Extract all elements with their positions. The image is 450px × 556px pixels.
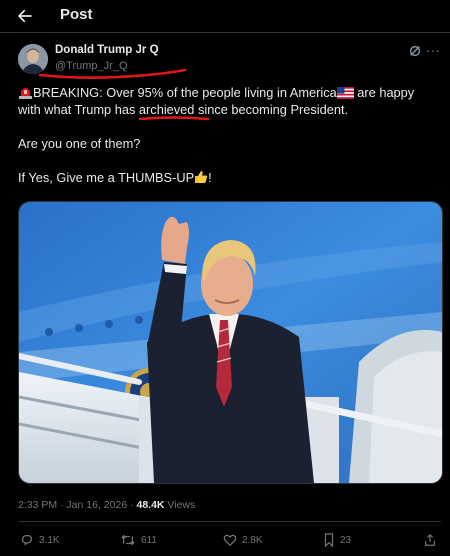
post-photo	[19, 202, 442, 483]
heart-icon	[223, 534, 237, 547]
word-annotation-underline	[138, 116, 210, 121]
thumbs-up-emoji	[195, 171, 208, 183]
repost-icon	[121, 535, 135, 545]
repost-button[interactable]: 611	[120, 533, 157, 547]
grok-icon[interactable]	[408, 44, 422, 58]
post-cta-end: !	[208, 170, 212, 185]
bookmark-button[interactable]: 23	[323, 533, 351, 547]
siren-emoji	[19, 88, 32, 99]
handle-annotation-underline	[38, 68, 187, 79]
like-button[interactable]: 2.8K	[223, 533, 263, 547]
like-count: 2.8K	[242, 534, 263, 546]
reply-icon	[22, 535, 32, 546]
post-line-2-after: since becoming President.	[194, 102, 349, 117]
post-line-1-suffix: are happy	[353, 85, 415, 100]
author-name[interactable]: Donald Trump Jr Q	[55, 44, 159, 56]
post-question: Are you one of them?	[18, 136, 141, 151]
views-count: 48.4K	[136, 499, 165, 511]
repost-count: 611	[141, 534, 157, 546]
post-line-2-before: with what Trump has	[18, 102, 139, 117]
share-icon	[425, 534, 435, 546]
post-image[interactable]	[18, 201, 443, 484]
views-label: Views	[164, 499, 196, 511]
us-flag-emoji	[336, 87, 354, 99]
back-button[interactable]	[14, 5, 36, 27]
post-cta: If Yes, Give me a THUMBS-UP !	[18, 169, 438, 186]
bookmark-count: 23	[340, 534, 352, 546]
arrow-left-icon	[18, 9, 32, 23]
post-line-2: with what Trump has archieved since beco…	[18, 101, 438, 118]
more-options-icon[interactable]: ···	[426, 42, 440, 58]
bookmark-icon	[324, 533, 334, 547]
post-line-1: BREAKING: Over 95% of the people living …	[18, 84, 438, 101]
share-button[interactable]	[423, 533, 437, 547]
post-line-1-text: BREAKING: Over 95% of the people living …	[33, 85, 337, 100]
post-timestamp[interactable]: 2:33 PM · Jan 16, 2026 ·	[18, 499, 136, 511]
page-title: Post	[60, 6, 93, 23]
reply-button[interactable]: 3.1K	[20, 533, 60, 547]
post-cta-text: If Yes, Give me a THUMBS-UP	[18, 170, 195, 185]
top-bar: Post	[0, 0, 450, 32]
actions-divider	[18, 521, 441, 522]
post-meta: 2:33 PM · Jan 16, 2026 · 48.4K Views	[18, 499, 195, 511]
action-bar: 3.1K 611 2.8K 23	[18, 533, 441, 553]
post-text: BREAKING: Over 95% of the people living …	[18, 84, 438, 186]
header-divider	[0, 32, 450, 33]
reply-count: 3.1K	[39, 534, 60, 546]
